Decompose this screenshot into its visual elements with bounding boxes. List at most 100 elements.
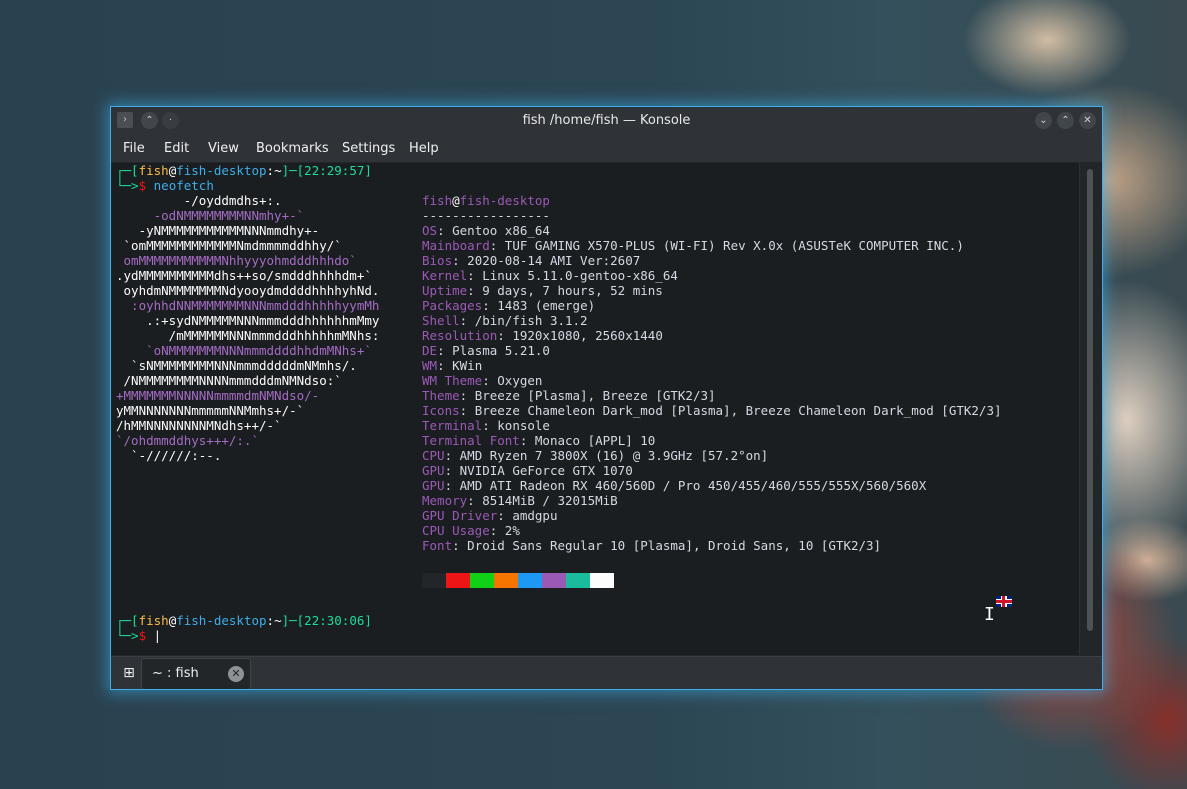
info-value: Droid Sans Regular 10 [Plasma], Droid Sa…: [467, 538, 882, 553]
info-value: Linux 5.11.0-gentoo-x86_64: [482, 268, 678, 283]
info-key: GPU: [422, 463, 445, 478]
logo-line: -odNMMMMMMMMNNmhy+-`: [116, 208, 305, 223]
prompt-line: ┌─[fish@fish-desktop:~]─[22:30:06]: [116, 613, 372, 628]
info-value: amdgpu: [512, 508, 558, 523]
info-key: Theme: [422, 388, 460, 403]
info-key: Terminal Font: [422, 433, 520, 448]
palette-swatch: [494, 573, 518, 588]
info-header: fish@fish-desktop: [422, 193, 550, 208]
info-value: AMD Ryzen 7 3800X (16) @ 3.9GHz [57.2°on…: [459, 448, 769, 463]
info-value: 2%: [504, 523, 520, 538]
palette-swatch: [518, 573, 542, 588]
close-button[interactable]: ✕: [1079, 112, 1096, 129]
tab-label: ~ : fish: [152, 666, 199, 681]
info-key: WM Theme: [422, 373, 483, 388]
menu-help[interactable]: Help: [409, 141, 439, 156]
info-value: Monaco [APPL] 10: [534, 433, 656, 448]
logo-line: :oyhhdNNMMMMMMMNNNmmdddhhhhhyymMh: [116, 298, 380, 313]
info-value: 2020-08-14 AMI Ver:2607: [467, 253, 641, 268]
prompt-line: ┌─[fish@fish-desktop:~]─[22:29:57]: [116, 163, 372, 178]
close-tab-icon[interactable]: ✕: [228, 666, 244, 682]
logo-line: -/oyddmdhs+:.: [116, 193, 282, 208]
menu-bookmarks[interactable]: Bookmarks: [256, 141, 329, 156]
info-value: 1483 (emerge): [497, 298, 596, 313]
info-row: Memory: 8514MiB / 32015MiB: [422, 493, 618, 508]
info-key: DE: [422, 343, 438, 358]
text-cursor: |: [153, 628, 162, 643]
info-key: GPU: [422, 478, 445, 493]
info-row: Bios: 2020-08-14 AMI Ver:2607: [422, 253, 641, 268]
palette-swatch: [470, 573, 494, 588]
maximize-button[interactable]: ⌃: [1057, 112, 1074, 129]
uk-flag-icon: [996, 596, 1012, 607]
info-row: GPU Driver: amdgpu: [422, 508, 558, 523]
logo-line: yMMNNNNNNNmmmmmNNMmhs+/-`: [116, 403, 305, 418]
info-value: AMD ATI Radeon RX 460/560D / Pro 450/455…: [459, 478, 927, 493]
info-key: CPU: [422, 448, 445, 463]
info-value: 8514MiB / 32015MiB: [482, 493, 618, 508]
info-row: Terminal Font: Monaco [APPL] 10: [422, 433, 656, 448]
info-value: 9 days, 7 hours, 52 mins: [482, 283, 663, 298]
logo-line: -yNMMMMMMMMMMMNNNmmdhy+-: [116, 223, 320, 238]
info-value: konsole: [497, 418, 550, 433]
info-key: GPU Driver: [422, 508, 498, 523]
info-value: NVIDIA GeForce GTX 1070: [459, 463, 633, 478]
info-row: Resolution: 1920x1080, 2560x1440: [422, 328, 663, 343]
info-key: WM: [422, 358, 438, 373]
info-value: Gentoo x86_64: [452, 223, 550, 238]
info-key: Resolution: [422, 328, 498, 343]
new-tab-icon[interactable]: ⊞: [117, 662, 141, 684]
logo-line: /mMMMMMMNNNmmmdddhhhhhmMNhs:: [116, 328, 380, 343]
logo-line: omMMMMMMMMMMMNhhyyyohmdddhhhdo`: [116, 253, 357, 268]
menu-file[interactable]: File: [123, 141, 145, 156]
logo-line: /NMMMMMMMMNNNNmmmdddmNMNdso:`: [116, 373, 342, 388]
info-row: GPU: NVIDIA GeForce GTX 1070: [422, 463, 633, 478]
info-row: Mainboard: TUF GAMING X570-PLUS (WI-FI) …: [422, 238, 964, 253]
tab-fish[interactable]: ~ : fish ✕: [141, 658, 251, 689]
menu-bar: File Edit View Bookmarks Settings Help: [111, 135, 1102, 162]
info-value: KWin: [452, 358, 483, 373]
info-row: WM Theme: Oxygen: [422, 373, 543, 388]
terminal-output[interactable]: ┌─[fish@fish-desktop:~]─[22:29:57] └─>$ …: [112, 163, 1080, 655]
info-value: Plasma 5.21.0: [452, 343, 550, 358]
logo-line: oyhdmNMMMMMMMNdyooydmddddhhhhyhNd.: [116, 283, 380, 298]
info-value: 1920x1080, 2560x1440: [512, 328, 663, 343]
logo-line: `omMMMMMMMMMMMMNmdmmmmddhhy/`: [116, 238, 342, 253]
info-row: WM: KWin: [422, 358, 483, 373]
info-key: Bios: [422, 253, 453, 268]
logo-line: /hMMNNNNNNNNMNdhs++/-`: [116, 418, 282, 433]
menu-settings[interactable]: Settings: [342, 141, 395, 156]
logo-line: `sNMMMMMMMMNNNmmmdddddmNMmhs/.: [116, 358, 357, 373]
scrollbar[interactable]: [1079, 163, 1102, 655]
info-row: DE: Plasma 5.21.0: [422, 343, 550, 358]
logo-line: `-//////:--.: [116, 448, 222, 463]
command-line: └─>$ neofetch: [116, 178, 214, 193]
logo-line: `/ohdmmddhys+++/:.`: [116, 433, 259, 448]
menu-view[interactable]: View: [208, 141, 239, 156]
scrollbar-thumb[interactable]: [1087, 169, 1093, 631]
palette-swatch: [446, 573, 470, 588]
info-key: Memory: [422, 493, 468, 508]
info-row: GPU: AMD ATI Radeon RX 460/560D / Pro 45…: [422, 478, 927, 493]
info-separator: -----------------: [422, 208, 550, 223]
info-row: CPU Usage: 2%: [422, 523, 520, 538]
logo-line: +MMMMMMMNNNNNmmmmdmNMNdso/-: [116, 388, 320, 403]
info-key: Font: [422, 538, 453, 553]
info-key: Terminal: [422, 418, 483, 433]
info-value: /bin/fish 3.1.2: [474, 313, 588, 328]
mouse-ibeam-cursor-icon: I: [984, 604, 995, 625]
info-key: Packages: [422, 298, 483, 313]
konsole-window: › ⌃ · fish /home/fish — Konsole ⌄ ⌃ ✕ Fi…: [110, 106, 1103, 690]
logo-line: .ydMMMMMMMMMMdhs++so/smdddhhhhdm+`: [116, 268, 372, 283]
menu-edit[interactable]: Edit: [164, 141, 189, 156]
input-line[interactable]: └─>$ |: [116, 628, 161, 643]
window-title: fish /home/fish — Konsole: [522, 113, 691, 128]
info-row: Theme: Breeze [Plasma], Breeze [GTK2/3]: [422, 388, 716, 403]
info-row: Kernel: Linux 5.11.0-gentoo-x86_64: [422, 268, 678, 283]
info-key: Uptime: [422, 283, 468, 298]
logo-line: `oNMMMMMMMNNNmmmddddhhdmMNhs+`: [116, 343, 372, 358]
palette-swatch: [542, 573, 566, 588]
title-bar[interactable]: › ⌃ · fish /home/fish — Konsole ⌄ ⌃ ✕: [111, 107, 1102, 135]
minimize-button[interactable]: ⌄: [1035, 112, 1052, 129]
info-value: Breeze Chameleon Dark_mod [Plasma], Bree…: [474, 403, 1002, 418]
